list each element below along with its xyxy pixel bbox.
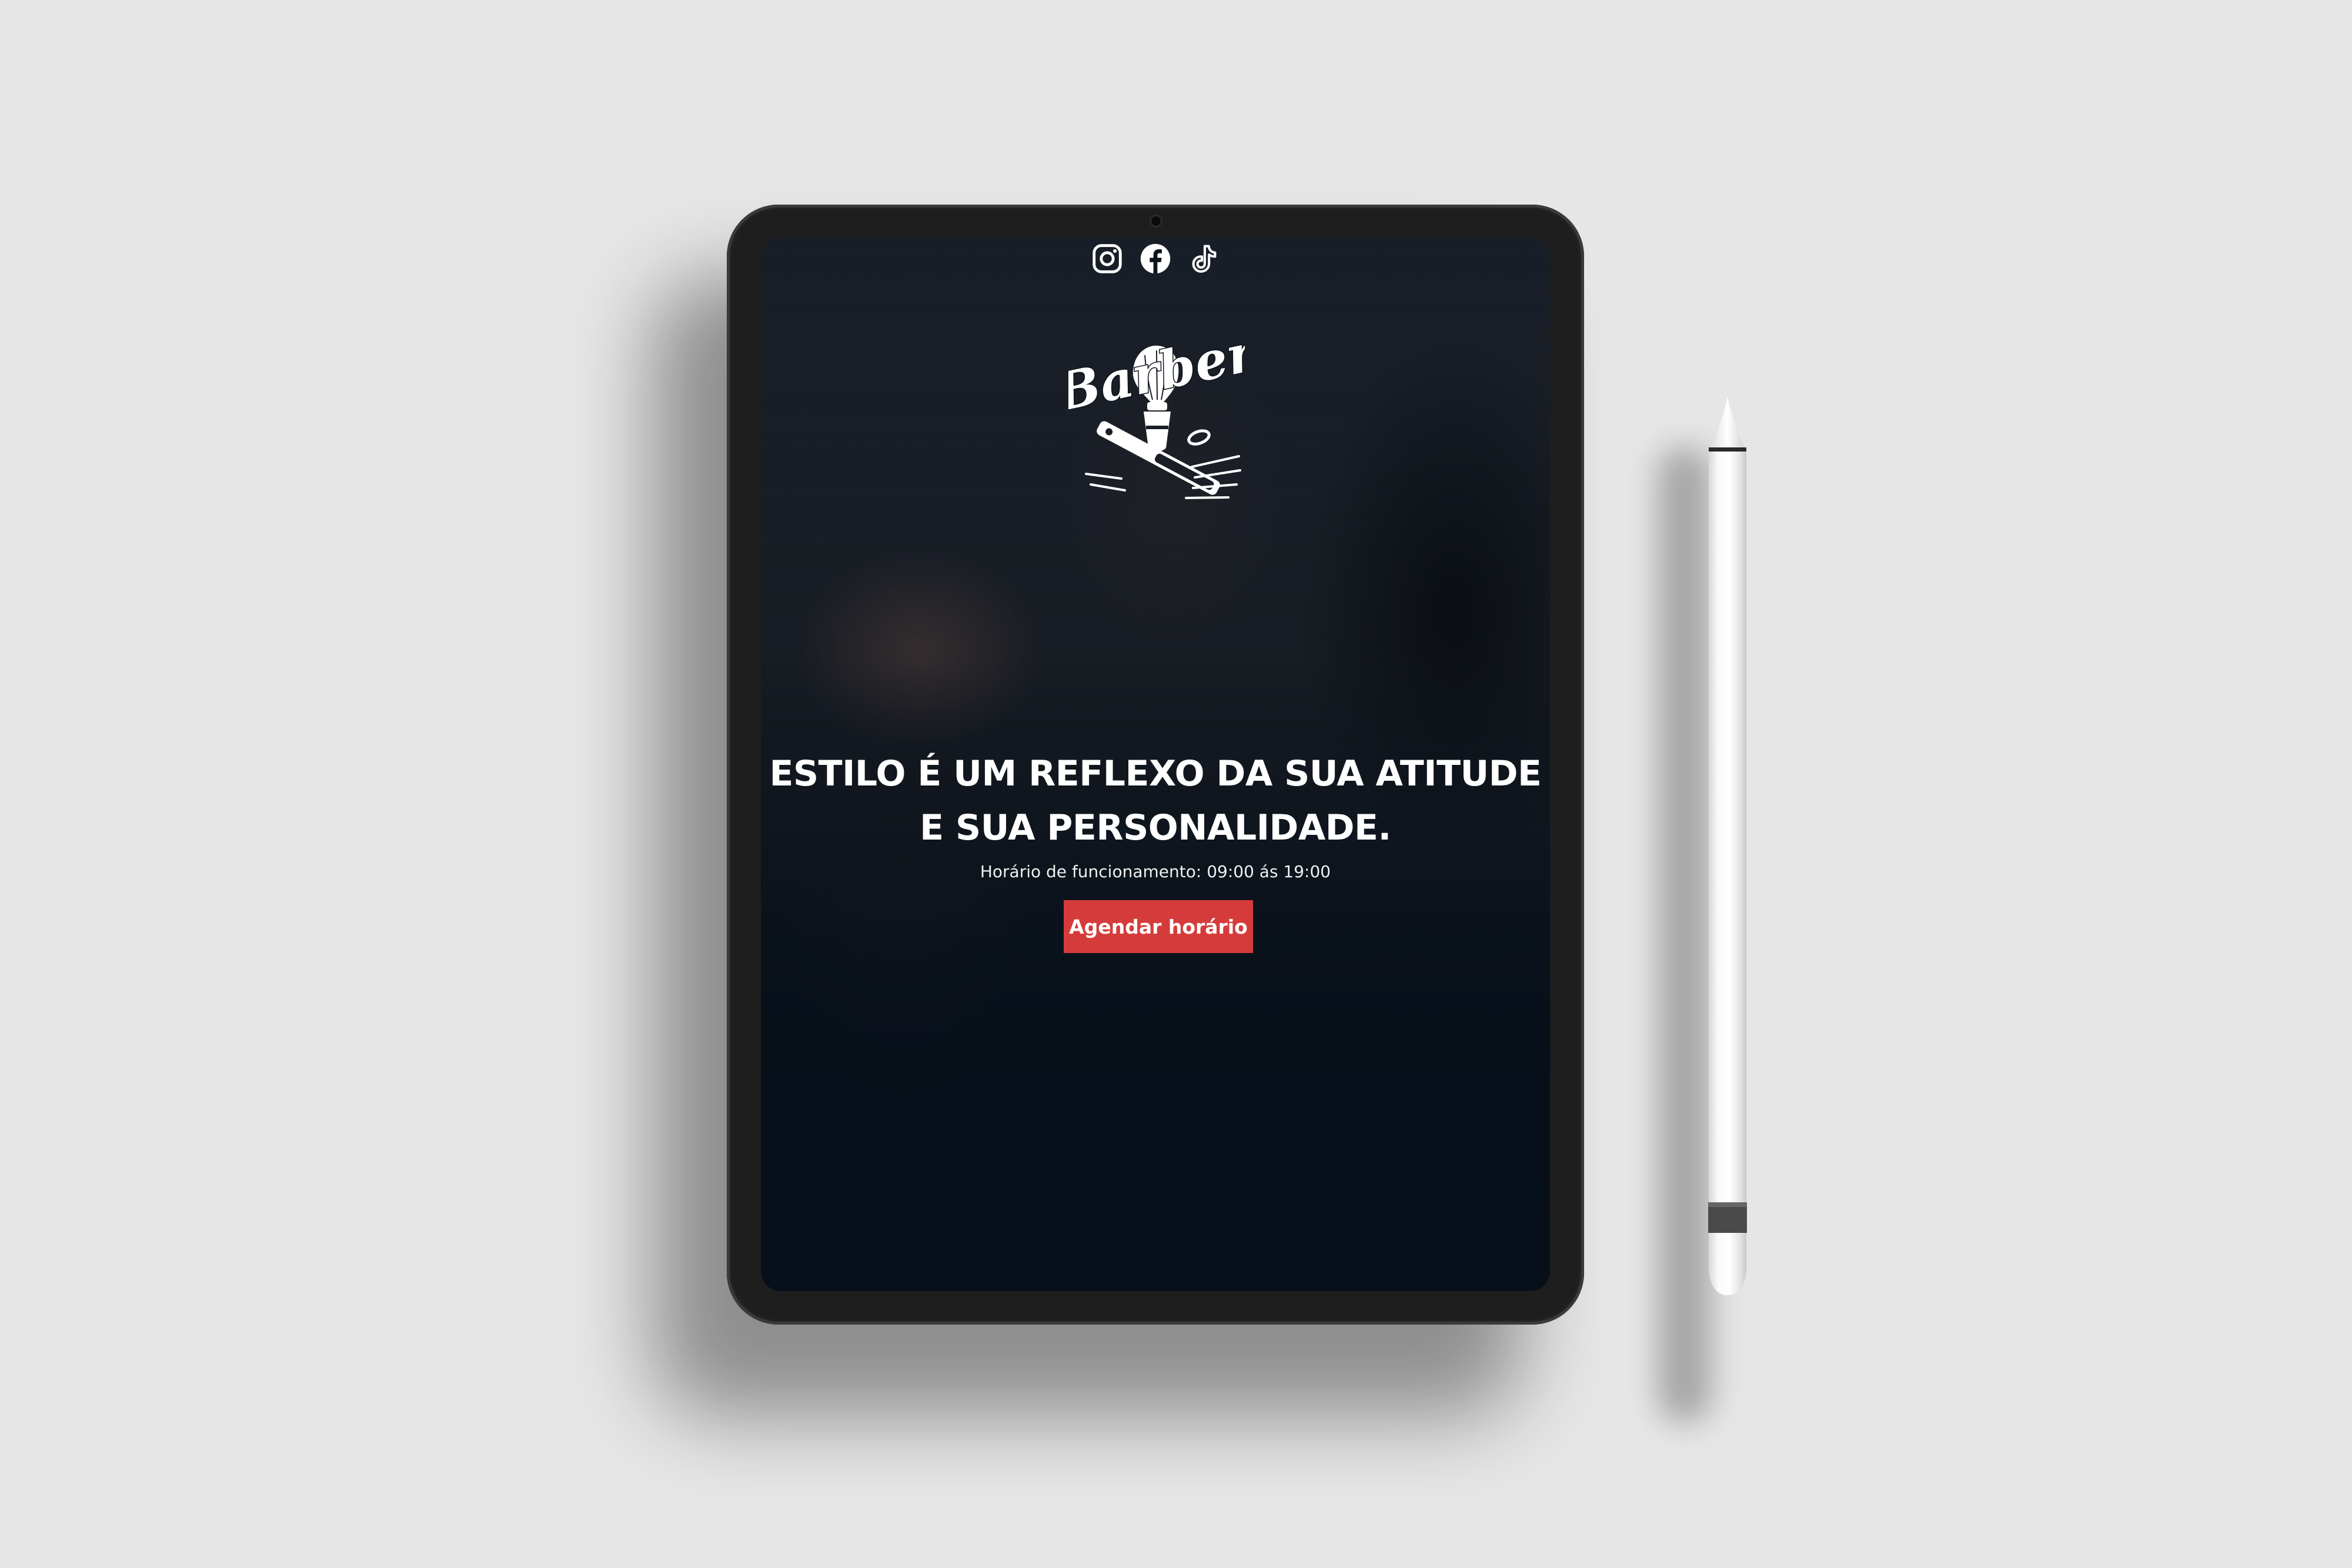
social-links	[761, 240, 1550, 277]
stylus-pencil	[1708, 397, 1747, 1295]
headline-line-2: E SUA PERSONALIDADE.	[920, 807, 1391, 848]
tablet-device: Barber ESTILO É UM REFLEXO DA SUA ATITUD…	[727, 205, 1584, 1325]
barber-logo: Barber	[1068, 320, 1245, 499]
facebook-icon[interactable]	[1137, 240, 1174, 277]
landing-page: Barber ESTILO É UM REFLEXO DA SUA ATITUD…	[761, 238, 1550, 1291]
hero-headline: ESTILO É UM REFLEXO DA SUA ATITUDE E SUA…	[761, 747, 1550, 855]
tablet-screen: Barber ESTILO É UM REFLEXO DA SUA ATITUD…	[761, 238, 1550, 1291]
schedule-button[interactable]: Agendar horário	[1064, 900, 1253, 953]
opening-hours: Horário de funcionamento: 09:00 ás 19:00	[980, 862, 1331, 881]
instagram-icon[interactable]	[1089, 240, 1125, 277]
headline-line-1: ESTILO É UM REFLEXO DA SUA ATITUDE	[769, 753, 1542, 794]
camera-icon	[1151, 216, 1161, 226]
tiktok-icon[interactable]	[1185, 240, 1222, 277]
